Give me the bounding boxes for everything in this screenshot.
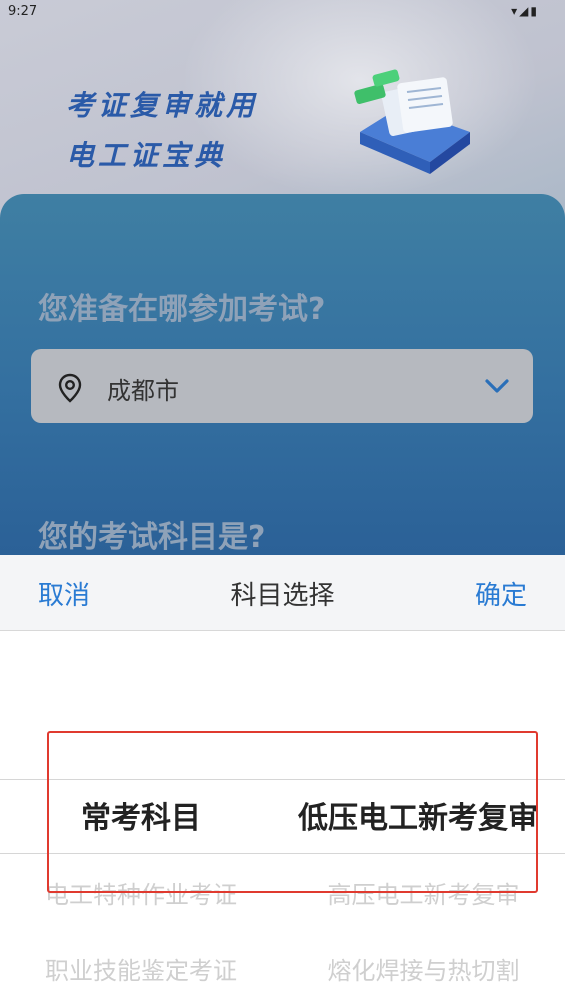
status-bar: 9:27 ▾◢▮	[0, 0, 565, 24]
location-question: 您准备在哪参加考试?	[38, 292, 326, 327]
picker-left-option[interactable]: 电工特种作业考证	[0, 875, 282, 910]
picker-left-option[interactable]: 职业技能鉴定考证	[0, 951, 282, 986]
subject-picker-sheet: 科目选择 取消 确定 常考科目 电工特种作业考证 职业技能鉴定考证 低压电工新考…	[0, 555, 565, 1004]
confirm-button[interactable]: 确定	[475, 575, 527, 612]
cancel-button[interactable]: 取消	[38, 575, 90, 612]
wifi-icon: ▾	[511, 4, 520, 18]
city-value: 成都市	[107, 377, 179, 405]
city-dropdown[interactable]: 成都市	[31, 349, 533, 423]
picker-selection-line-bottom	[0, 853, 565, 854]
picker-right-option[interactable]: 熔化焊接与热切割	[282, 951, 565, 986]
certificate-illustration-icon	[354, 69, 470, 174]
picker-selection-line-top	[0, 779, 565, 780]
chevron-down-icon	[485, 379, 509, 393]
location-pin-icon	[58, 373, 82, 403]
slogan-line-2: 电工证宝典	[66, 139, 227, 172]
picker-right-option-selected[interactable]: 低压电工新考复审	[282, 793, 565, 837]
battery-icon: ▮	[530, 4, 539, 18]
slogan-line-1: 考证复审就用	[66, 89, 259, 122]
signal-icon: ◢	[519, 4, 531, 18]
subject-question: 您的考试科目是?	[38, 520, 266, 555]
picker-left-option-selected[interactable]: 常考科目	[0, 793, 282, 837]
picker-right-option[interactable]: 高压电工新考复审	[282, 875, 565, 910]
status-icons: ▾◢▮	[511, 4, 539, 18]
status-time: 9:27	[8, 4, 38, 19]
picker-header: 科目选择 取消 确定	[0, 555, 565, 631]
